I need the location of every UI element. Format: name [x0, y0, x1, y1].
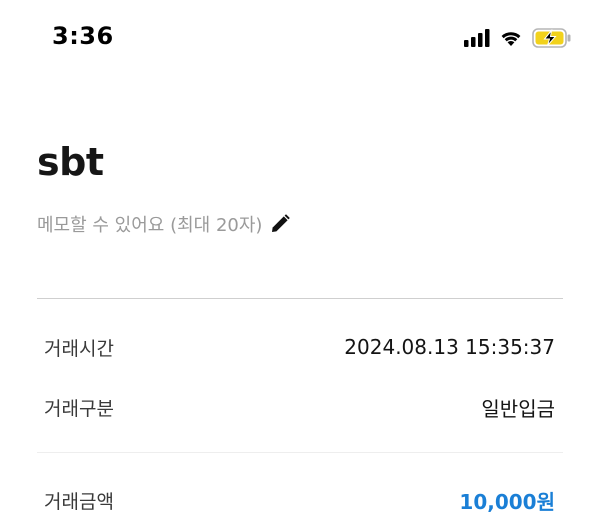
cellular-signal-icon [464, 29, 490, 47]
detail-label: 거래시간 [44, 337, 114, 360]
battery-charging-icon [532, 28, 572, 48]
status-bar: 3:36 [0, 0, 600, 76]
pencil-icon[interactable] [270, 214, 291, 234]
amount-value: 10,000 [459, 489, 537, 514]
memo-placeholder[interactable]: 메모할 수 있어요 (최대 20자) [37, 211, 262, 237]
detail-value: 2024.08.13 15:35:37 [344, 335, 555, 359]
amount-label: 거래금액 [44, 490, 114, 513]
amount-display: 10,000원 [459, 486, 555, 515]
amount-row: 거래금액 10,000원 [44, 485, 555, 515]
status-icons [464, 26, 572, 50]
wifi-icon [499, 29, 523, 47]
detail-row-type: 거래구분 일반입금 [44, 392, 555, 422]
divider-light [37, 452, 563, 453]
detail-value: 일반입금 [481, 396, 555, 421]
detail-row-time: 거래시간 2024.08.13 15:35:37 [44, 332, 555, 362]
page-title: sbt [37, 140, 104, 184]
divider [37, 298, 563, 299]
detail-label: 거래구분 [44, 397, 114, 420]
amount-unit: 원 [536, 489, 555, 514]
status-time: 3:36 [52, 22, 114, 50]
memo-edit-row[interactable]: 메모할 수 있어요 (최대 20자) [37, 211, 291, 237]
